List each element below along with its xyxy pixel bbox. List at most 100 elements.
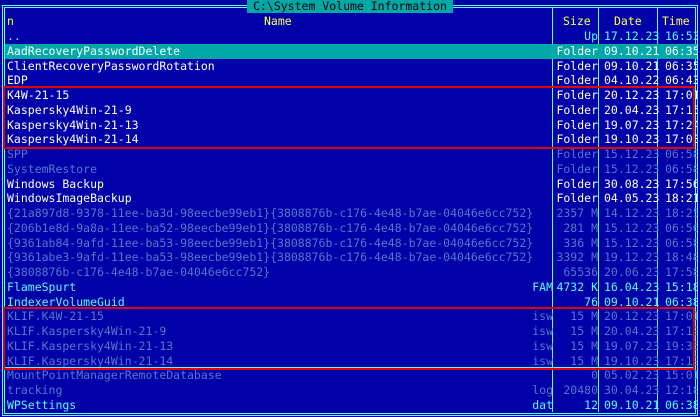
file-extension: log bbox=[532, 383, 553, 397]
file-name: {9361ab84-9afd-11ee-ba53-98eecbe99eb1}{3… bbox=[7, 235, 534, 250]
file-date: 09.10.21 bbox=[602, 43, 663, 59]
file-time: 06:35 bbox=[663, 43, 697, 59]
file-time: 17:19 bbox=[665, 324, 697, 338]
file-row[interactable]: {9361abe3-9afd-11ee-ba53-98eecbe99eb1}{3… bbox=[5, 250, 697, 265]
file-date: 30.04.23 bbox=[604, 383, 660, 397]
file-name: {206b1e8d-9a8a-11ee-ba52-98eecbe99eb1}{3… bbox=[7, 220, 534, 235]
file-size: Folder bbox=[556, 102, 598, 117]
file-row[interactable]: Kaspersky4Win-21-9 Folder 20.04.23 17:15 bbox=[5, 102, 697, 118]
column-header-size[interactable]: Size bbox=[563, 14, 591, 28]
file-row[interactable]: MountPointManagerRemoteDatabase 0 05.02.23… bbox=[5, 368, 697, 383]
file-extension: isw bbox=[532, 309, 553, 324]
file-date: 04.10.22 bbox=[604, 73, 660, 88]
file-date: 19.10.23 bbox=[604, 132, 660, 147]
file-row[interactable]: FlameSpurt FAM 4732 K 16.04.23 15:18 bbox=[5, 279, 697, 295]
file-name: WPSettings bbox=[7, 397, 77, 412]
file-date: 19.12.23 bbox=[604, 250, 660, 265]
file-date: 15.12.23 bbox=[604, 235, 660, 250]
file-row[interactable]: {9361ab84-9afd-11ee-ba53-98eecbe99eb1}{3… bbox=[5, 235, 697, 251]
file-row[interactable]: KLIF.Kaspersky4Win-21-13 isw 15 M 19.07.23 1… bbox=[5, 338, 697, 354]
file-time: 06:38 bbox=[665, 397, 697, 412]
file-date: 15.12.23 bbox=[604, 161, 660, 176]
file-time: 06:56 bbox=[665, 220, 697, 235]
file-date: 05.02.23 bbox=[604, 368, 660, 383]
file-time: 18:21 bbox=[665, 191, 697, 206]
column-header-date[interactable]: Date bbox=[614, 14, 642, 28]
file-date: 04.05.23 bbox=[604, 191, 660, 206]
file-name: SystemRestore bbox=[7, 161, 98, 176]
file-row[interactable]: SPP Folder 15.12.23 06:58 bbox=[5, 147, 697, 162]
file-date: 15.12.23 bbox=[604, 220, 660, 235]
file-name: EDP bbox=[7, 73, 28, 88]
file-row[interactable]: Kaspersky4Win-21-13 Folder 19.07.23 17:24 bbox=[5, 117, 697, 133]
file-size: Folder bbox=[556, 58, 598, 73]
column-header-time[interactable]: Time bbox=[662, 14, 690, 28]
file-size: 336 M bbox=[563, 235, 598, 250]
file-row-selected[interactable]: AadRecoveryPasswordDelete Folder 09.10.21 0… bbox=[5, 43, 697, 59]
file-size: Folder bbox=[556, 132, 598, 147]
file-time: 12:18 bbox=[665, 383, 697, 397]
file-time: 06:58 bbox=[665, 147, 697, 161]
file-size: Up bbox=[584, 29, 598, 43]
file-row[interactable]: SystemRestore Folder 15.12.23 06:58 bbox=[5, 161, 697, 177]
file-date: 19.07.23 bbox=[604, 338, 660, 353]
file-name: ClientRecoveryPasswordRotation bbox=[7, 58, 215, 73]
file-size: Folder bbox=[556, 191, 598, 206]
file-time: 06:43 bbox=[665, 73, 697, 88]
file-size: 2357 M bbox=[556, 206, 598, 220]
file-date: 16.04.23 bbox=[604, 279, 660, 294]
file-time: 16:53 bbox=[665, 29, 697, 43]
file-size: 15 M bbox=[570, 338, 598, 353]
file-size: 281 M bbox=[563, 220, 598, 235]
file-row[interactable]: Windows Backup Folder 30.08.23 17:56 bbox=[5, 176, 697, 192]
file-name: AadRecoveryPasswordDelete bbox=[7, 43, 181, 58]
file-date: 09.10.21 bbox=[604, 294, 660, 309]
file-name: KLIF.K4W-21-15 bbox=[7, 309, 104, 324]
file-time: 06:58 bbox=[665, 235, 697, 250]
file-size: 65536 bbox=[563, 265, 598, 279]
file-row[interactable]: {3808876b-c176-4e48-b7ae-04046e6cc752} 65… bbox=[5, 265, 697, 280]
file-row[interactable]: KLIF.K4W-21-15 isw 15 M 20.12.23 17:01 bbox=[5, 309, 697, 324]
file-row[interactable]: {206b1e8d-9a8a-11ee-ba52-98eecbe99eb1}{3… bbox=[5, 220, 697, 236]
file-size: Folder bbox=[556, 73, 598, 88]
file-name: FlameSpurt bbox=[7, 279, 77, 294]
column-header-sort-indicator[interactable]: n bbox=[7, 14, 14, 28]
file-row[interactable]: WindowsImageBackup Folder 04.05.23 18:21 bbox=[5, 191, 697, 206]
file-time: 06:35 bbox=[665, 58, 697, 73]
file-time: 18:25 bbox=[665, 206, 697, 220]
file-row[interactable]: Kaspersky4Win-21-14 Folder 19.10.23 17:03 bbox=[5, 132, 697, 147]
file-size: Folder bbox=[556, 161, 598, 176]
panel-title-text: C:\System Volume Information bbox=[247, 0, 453, 13]
file-size: Folder bbox=[556, 176, 598, 191]
file-row[interactable]: KLIF.Kaspersky4Win-21-9 isw 15 M 20.04.23 17… bbox=[5, 324, 697, 339]
file-row[interactable]: tracking log 20480 30.04.23 12:18 bbox=[5, 383, 697, 398]
file-size: 15 M bbox=[570, 309, 598, 324]
file-time: 17:03 bbox=[665, 132, 697, 147]
file-name: MountPointManagerRemoteDatabase bbox=[7, 368, 222, 383]
file-date: 20.06.23 bbox=[604, 265, 660, 279]
file-row[interactable]: EDP Folder 04.10.22 06:43 bbox=[5, 73, 697, 88]
file-row[interactable]: ClientRecoveryPasswordRotation Folder 09.1… bbox=[5, 58, 697, 74]
column-header-name[interactable]: Name bbox=[264, 14, 292, 28]
file-name: KLIF.Kaspersky4Win-21-13 bbox=[7, 338, 174, 353]
panel-title: C:\System Volume Information bbox=[0, 0, 700, 13]
file-row[interactable]: K4W-21-15 Folder 20.12.23 17:01 bbox=[5, 88, 697, 103]
file-row[interactable]: {21a897d8-9378-11ee-ba3d-98eecbe99eb1}{3… bbox=[5, 206, 697, 221]
file-size: Folder bbox=[555, 43, 598, 59]
file-row[interactable]: .. Up 17.12.23 16:53 bbox=[5, 29, 697, 44]
file-row[interactable]: IndexerVolumeGuid 76 09.10.21 06:38 bbox=[5, 294, 697, 310]
file-time: 19:36 bbox=[665, 338, 697, 353]
file-name: Kaspersky4Win-21-14 bbox=[7, 132, 139, 147]
file-size: 76 bbox=[584, 294, 598, 309]
list-separator bbox=[5, 367, 694, 368]
file-date: 20.04.23 bbox=[604, 324, 660, 338]
file-date: 14.12.23 bbox=[604, 206, 660, 220]
file-row[interactable]: WPSettings dat 12 09.10.21 06:38 bbox=[5, 397, 697, 413]
file-name: Windows Backup bbox=[7, 176, 104, 191]
file-date: 19.07.23 bbox=[604, 117, 660, 132]
file-size: 0 bbox=[591, 368, 598, 383]
file-time: 18:48 bbox=[665, 250, 697, 265]
file-name: {3808876b-c176-4e48-b7ae-04046e6cc752} bbox=[7, 265, 271, 279]
file-time: 06:58 bbox=[665, 161, 697, 176]
file-time: 17:15 bbox=[665, 102, 697, 117]
